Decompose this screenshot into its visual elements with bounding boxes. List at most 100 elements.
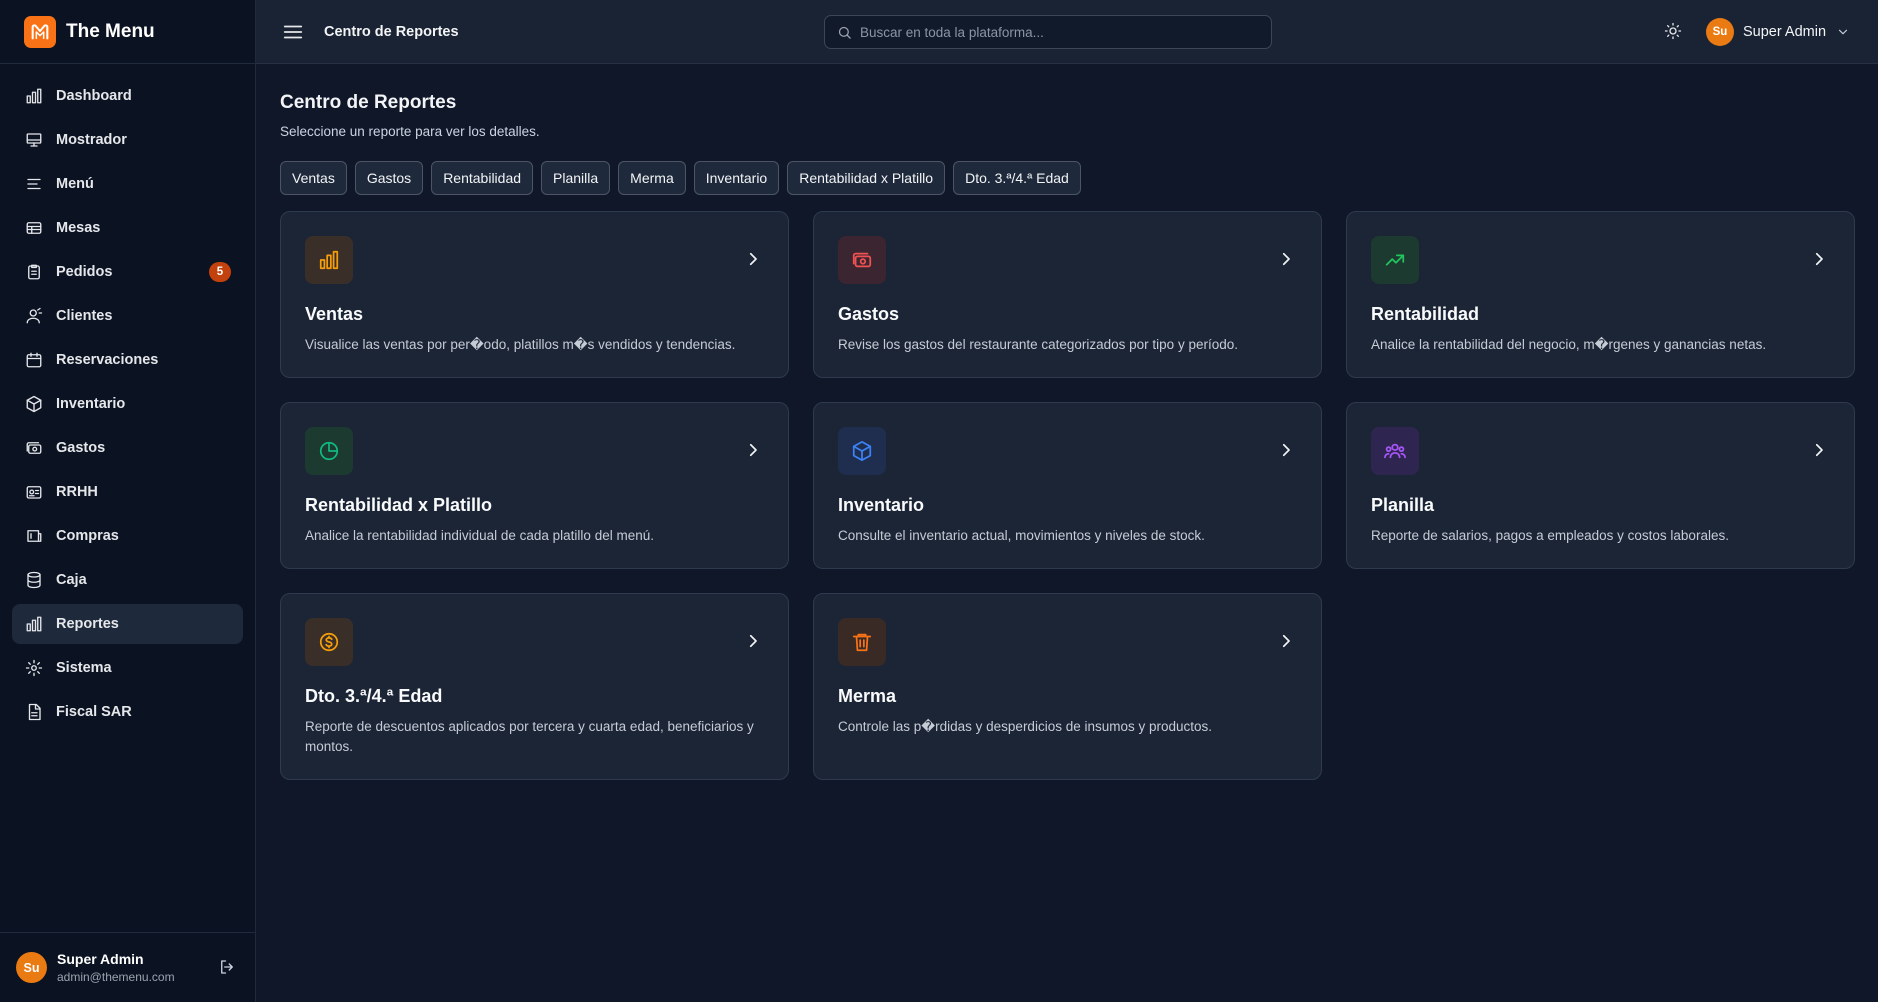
report-card-planilla[interactable]: Planilla Reporte de salarios, pagos a em… <box>1346 402 1855 569</box>
tab-rentabilidad[interactable]: Rentabilidad <box>431 161 534 195</box>
bar-chart-icon <box>24 614 44 634</box>
sidebar-item-label: Fiscal SAR <box>56 704 132 720</box>
avatar[interactable]: Su <box>16 952 47 983</box>
card-description: Visualice las ventas por per�odo, platil… <box>305 337 736 352</box>
table-icon <box>24 218 44 238</box>
logout-icon[interactable] <box>218 958 236 981</box>
profile-menu[interactable]: Su Super Admin <box>1706 18 1850 46</box>
report-card-ventas[interactable]: Ventas Visualice las ventas por per�odo,… <box>280 211 789 378</box>
card-description: Controle las p�rdidas y desperdicios de … <box>838 719 1213 734</box>
banknote-icon <box>838 236 886 284</box>
clipboard-icon <box>24 262 44 282</box>
sidebar-item-rrhh[interactable]: RRHH <box>12 472 243 512</box>
sidebar-item-inventario[interactable]: Inventario <box>12 384 243 424</box>
sidebar-item-label: Mostrador <box>56 132 127 148</box>
chevron-right-icon <box>1277 441 1295 464</box>
tab-ventas[interactable]: Ventas <box>280 161 347 195</box>
brand-name: The Menu <box>66 20 155 42</box>
chevron-down-icon <box>1836 25 1850 39</box>
sidebar-item-fiscal-sar[interactable]: Fiscal SAR <box>12 692 243 732</box>
search-bar[interactable] <box>824 15 1272 49</box>
tab-gastos[interactable]: Gastos <box>354 161 424 195</box>
header-title: Centro de Reportes <box>324 23 459 40</box>
trash-icon <box>838 618 886 666</box>
chevron-right-icon <box>1277 632 1295 655</box>
sidebar-item-pedidos[interactable]: Pedidos 5 <box>12 252 243 292</box>
database-icon <box>24 570 44 590</box>
profile-name: Super Admin <box>1743 24 1827 40</box>
sidebar-item-label: Reservaciones <box>56 352 159 368</box>
theme-toggle-sun-icon[interactable] <box>1664 22 1682 40</box>
tab-dto-edad[interactable]: Dto. 3.ª/4.ª Edad <box>953 161 1081 195</box>
card-description: Revise los gastos del restaurante catego… <box>838 337 1238 352</box>
sidebar-item-label: RRHH <box>56 484 98 500</box>
card-title: Planilla <box>1371 495 1435 515</box>
tab-inventario[interactable]: Inventario <box>693 161 780 195</box>
search-input[interactable] <box>860 24 1250 40</box>
report-card-merma[interactable]: Merma Controle las p�rdidas y desperdici… <box>813 593 1322 780</box>
coin-icon <box>305 618 353 666</box>
hamburger-icon[interactable] <box>282 21 304 43</box>
brand[interactable]: The Menu <box>0 0 255 64</box>
sidebar-item-reportes[interactable]: Reportes <box>12 604 243 644</box>
report-card-rentabilidad[interactable]: Rentabilidad Analice la rentabilidad del… <box>1346 211 1855 378</box>
trending-up-icon <box>1371 236 1419 284</box>
sidebar-user-email: admin@themenu.com <box>57 970 175 984</box>
sidebar-item-label: Pedidos <box>56 264 113 280</box>
bar-chart-icon <box>305 236 353 284</box>
users-icon <box>24 306 44 326</box>
page-title: Centro de Reportes <box>280 92 457 113</box>
sidebar-item-label: Reportes <box>56 616 119 632</box>
tab-planilla[interactable]: Planilla <box>541 161 611 195</box>
card-title: Merma <box>838 686 897 706</box>
sidebar-item-gastos[interactable]: Gastos <box>12 428 243 468</box>
sidebar-user-info: Super Admin admin@themenu.com <box>57 951 175 984</box>
chevron-right-icon <box>744 250 762 273</box>
sidebar-item-label: Menú <box>56 176 94 192</box>
sidebar-item-clientes[interactable]: Clientes <box>12 296 243 336</box>
sidebar-user: Su Super Admin admin@themenu.com <box>0 932 256 1002</box>
card-description: Analice la rentabilidad individual de ca… <box>305 528 654 543</box>
sidebar-item-caja[interactable]: Caja <box>12 560 243 600</box>
top-header: Centro de Reportes Su Super Admin <box>256 0 1878 64</box>
card-title: Dto. 3.ª/4.ª Edad <box>305 686 443 706</box>
sidebar-item-reservaciones[interactable]: Reservaciones <box>12 340 243 380</box>
id-card-icon <box>24 482 44 502</box>
sidebar-item-label: Clientes <box>56 308 113 324</box>
sidebar-item-dashboard[interactable]: Dashboard <box>12 76 243 116</box>
card-description: Consulte el inventario actual, movimient… <box>838 528 1205 543</box>
sidebar-item-compras[interactable]: Compras <box>12 516 243 556</box>
bar-chart-icon <box>24 86 44 106</box>
sidebar-item-mesas[interactable]: Mesas <box>12 208 243 248</box>
chevron-right-icon <box>1810 250 1828 273</box>
sidebar-item-menu[interactable]: Menú <box>12 164 243 204</box>
page-subtitle: Seleccione un reporte para ver los detal… <box>280 124 540 139</box>
file-icon <box>24 702 44 722</box>
tab-rentabilidad-x-platillo[interactable]: Rentabilidad x Platillo <box>787 161 946 195</box>
the-menu-logo-icon <box>24 15 56 48</box>
sidebar-item-label: Inventario <box>56 396 126 412</box>
report-card-dto-edad[interactable]: Dto. 3.ª/4.ª Edad Reporte de descuentos … <box>280 593 789 780</box>
monitor-icon <box>24 130 44 150</box>
tab-merma[interactable]: Merma <box>618 161 686 195</box>
sidebar-item-label: Caja <box>56 572 87 588</box>
sidebar-item-label: Gastos <box>56 440 106 456</box>
pedidos-count-badge: 5 <box>209 262 231 282</box>
chevron-right-icon <box>744 441 762 464</box>
sidebar-item-sistema[interactable]: Sistema <box>12 648 243 688</box>
report-card-rentabilidad-x-platillo[interactable]: Rentabilidad x Platillo Analice la renta… <box>280 402 789 569</box>
menu-lines-icon <box>24 174 44 194</box>
card-title: Rentabilidad x Platillo <box>305 495 493 515</box>
banknote-icon <box>24 438 44 458</box>
report-tabs: Ventas Gastos Rentabilidad Planilla Merm… <box>280 161 1854 195</box>
card-title: Ventas <box>305 304 364 324</box>
sidebar-item-label: Dashboard <box>56 88 132 104</box>
chevron-right-icon <box>744 632 762 655</box>
report-card-gastos[interactable]: Gastos Revise los gastos del restaurante… <box>813 211 1322 378</box>
sidebar-item-mostrador[interactable]: Mostrador <box>12 120 243 160</box>
report-card-inventario[interactable]: Inventario Consulte el inventario actual… <box>813 402 1322 569</box>
chevron-right-icon <box>1810 441 1828 464</box>
card-title: Gastos <box>838 304 900 324</box>
users-icon <box>1371 427 1419 475</box>
card-title: Rentabilidad <box>1371 304 1480 324</box>
